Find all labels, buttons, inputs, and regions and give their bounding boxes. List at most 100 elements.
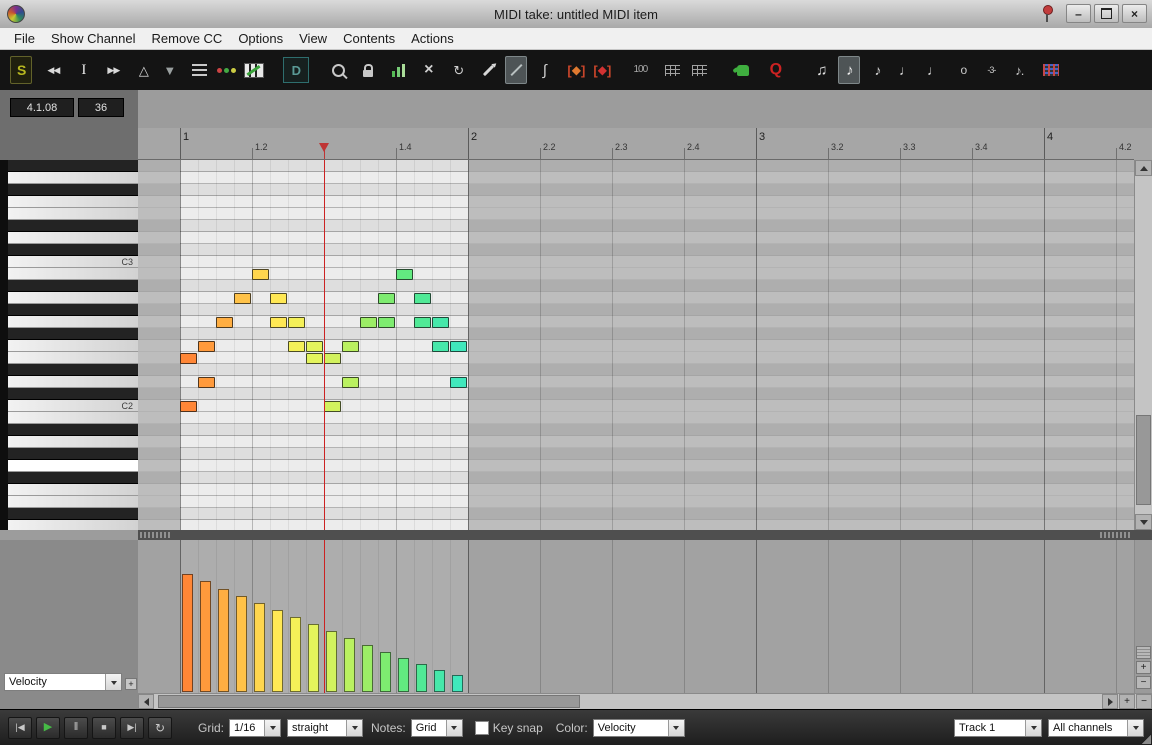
grid-size-select[interactable]: 1/16	[229, 718, 282, 737]
piano-key-as1[interactable]	[8, 424, 138, 436]
lane-zoom-in-button[interactable]: +	[1136, 661, 1151, 674]
track-select[interactable]: Track 1	[954, 718, 1042, 737]
pitch-down-button[interactable]: ▼	[158, 56, 180, 84]
piano-key-ds1[interactable]	[8, 508, 138, 520]
velocity-bar[interactable]	[272, 610, 283, 692]
hand-scroll-button[interactable]	[732, 56, 754, 84]
velocity-bar[interactable]	[398, 658, 409, 692]
velocity-bar[interactable]	[290, 617, 301, 692]
horizontal-scrollbar[interactable]: + −	[138, 693, 1152, 709]
midi-note[interactable]	[306, 353, 323, 364]
velocity-bar[interactable]	[434, 670, 445, 692]
velocity-bar[interactable]	[344, 638, 355, 692]
note-length-eighth-button[interactable]: ♪	[838, 56, 861, 84]
midi-note[interactable]	[180, 353, 197, 364]
velocity-bar[interactable]	[380, 652, 391, 692]
horizontal-scroll-thumb[interactable]	[158, 695, 580, 708]
note-length-whole-button[interactable]: o	[952, 56, 974, 84]
note-colors-button[interactable]	[215, 56, 237, 84]
midi-note[interactable]	[270, 293, 287, 304]
pause-button[interactable]: ‖	[64, 716, 88, 739]
velocity-bar[interactable]	[362, 645, 373, 692]
zoom-tool-button[interactable]	[327, 56, 349, 84]
piano-key-d1[interactable]	[8, 520, 138, 530]
velocity-lane[interactable]	[138, 540, 1134, 693]
menu-item-file[interactable]: File	[6, 29, 43, 48]
pitch-up-button[interactable]: △	[132, 56, 154, 84]
piano-key-fs2[interactable]	[8, 328, 138, 340]
velocity-bar[interactable]	[236, 596, 247, 692]
strength-display[interactable]: 100	[629, 56, 651, 84]
vertical-scroll-thumb[interactable]	[1136, 415, 1151, 505]
velocity-bar[interactable]	[182, 574, 193, 692]
piano-key-g3[interactable]	[8, 172, 138, 184]
scroll-left-button[interactable]	[138, 694, 154, 709]
splitter-grip-icon[interactable]	[140, 532, 170, 538]
scroll-right-button[interactable]	[1102, 694, 1118, 709]
midi-note[interactable]	[216, 317, 233, 328]
piano-key-fs3[interactable]	[8, 184, 138, 196]
window-resize-grip[interactable]	[1141, 734, 1151, 744]
piano-key-cs3[interactable]	[8, 244, 138, 256]
menu-item-view[interactable]: View	[291, 29, 335, 48]
midi-note[interactable]	[414, 317, 431, 328]
piano-key-a1[interactable]	[8, 436, 138, 448]
piano-key-gs3[interactable]	[8, 160, 138, 172]
piano-key-f1[interactable]	[8, 484, 138, 496]
midi-note[interactable]	[288, 341, 305, 352]
lock-editor-button[interactable]	[357, 56, 379, 84]
next-marker-button[interactable]: [◆]	[591, 56, 613, 84]
color-select[interactable]: Velocity	[592, 718, 685, 737]
midi-note[interactable]	[324, 401, 341, 412]
grid-settings-button[interactable]	[661, 56, 683, 84]
go-to-start-button[interactable]: |◀	[8, 716, 32, 739]
note-length-eighth-2-button[interactable]: ♪	[866, 56, 888, 84]
dropdown-button[interactable]	[264, 719, 281, 736]
midi-note[interactable]	[198, 341, 215, 352]
piano-key-e3[interactable]	[8, 208, 138, 220]
velocity-bar[interactable]	[200, 581, 211, 692]
midi-note[interactable]	[342, 377, 359, 388]
loop-section-button[interactable]: ↻	[447, 56, 469, 84]
midi-note[interactable]	[378, 317, 395, 328]
prev-measure-button[interactable]: ◀◀	[42, 56, 64, 84]
event-list-button[interactable]	[188, 56, 210, 84]
menu-item-options[interactable]: Options	[230, 29, 291, 48]
edit-cursor-marker[interactable]	[319, 143, 329, 152]
note-length-quarter-button[interactable]: ♩	[894, 56, 916, 84]
hzoom-in-button[interactable]: +	[1119, 694, 1135, 709]
midi-note[interactable]	[252, 269, 269, 280]
maximize-button[interactable]	[1094, 4, 1119, 23]
dropdown-button[interactable]	[667, 719, 684, 736]
note-length-grid-button[interactable]	[1040, 56, 1062, 84]
lane-zoom-out-button[interactable]: −	[1136, 676, 1151, 689]
dropdown-button[interactable]	[346, 719, 363, 736]
hzoom-out-button[interactable]: −	[1136, 694, 1152, 709]
cc-lane-select[interactable]: Velocity	[4, 673, 122, 691]
curve-tool-button[interactable]: ∫	[533, 56, 555, 84]
piano-key-cs2[interactable]	[8, 388, 138, 400]
piano-key-g1[interactable]	[8, 460, 138, 472]
note-length-double-button[interactable]: ♫	[810, 56, 832, 84]
minimize-button[interactable]: –	[1066, 4, 1091, 23]
stop-button[interactable]: ■	[92, 716, 116, 739]
grid-settings-2-button[interactable]	[688, 56, 710, 84]
midi-note[interactable]	[396, 269, 413, 280]
scroll-down-button[interactable]	[1135, 514, 1152, 530]
pin-icon[interactable]	[1039, 4, 1055, 23]
midi-note[interactable]	[342, 341, 359, 352]
piano-key-ds2[interactable]	[8, 364, 138, 376]
piano-key-c2[interactable]: C2	[8, 400, 138, 412]
dropdown-button[interactable]	[105, 674, 121, 690]
midi-note[interactable]	[234, 293, 251, 304]
piano-roll[interactable]	[138, 160, 1134, 530]
cc-bars-button[interactable]	[387, 56, 409, 84]
note-length-quarter-2-button[interactable]: ♩	[922, 56, 944, 84]
midi-note[interactable]	[432, 341, 449, 352]
midi-note[interactable]	[198, 377, 215, 388]
piano-key-c3[interactable]: C3	[8, 256, 138, 268]
piano-key-a2[interactable]	[8, 292, 138, 304]
piano-key-g2[interactable]	[8, 316, 138, 328]
midi-note[interactable]	[432, 317, 449, 328]
play-button[interactable]: ▶	[36, 716, 60, 739]
